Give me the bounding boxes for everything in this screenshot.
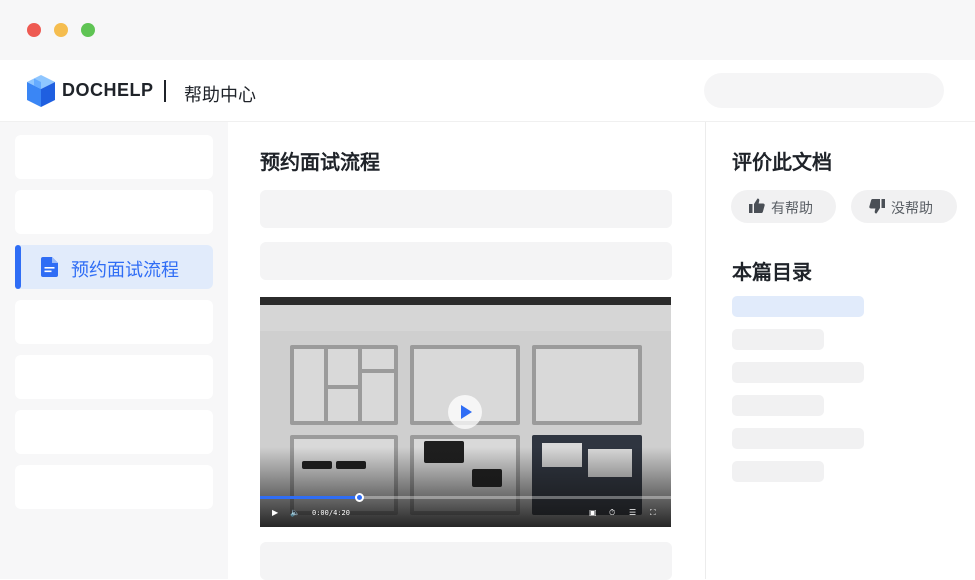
active-indicator-bar bbox=[15, 245, 21, 289]
toc-item[interactable] bbox=[732, 329, 824, 350]
search-input[interactable] bbox=[704, 73, 944, 108]
video-progress-handle[interactable] bbox=[354, 493, 364, 502]
toc-title: 本篇目录 bbox=[732, 260, 812, 284]
toc-item-active[interactable] bbox=[732, 296, 864, 317]
volume-icon[interactable]: 🔈 bbox=[290, 508, 300, 518]
play-icon bbox=[461, 405, 472, 419]
video-player[interactable]: ▶ 🔈 0:00/4:20 ▣ ⏱ ☰ ⛶ bbox=[260, 297, 671, 527]
sidebar-item[interactable] bbox=[15, 465, 213, 509]
help-center-title[interactable]: 帮助中心 bbox=[184, 81, 256, 107]
fullscreen-icon[interactable]: ⛶ bbox=[650, 508, 656, 518]
video-time-display: 0:00/4:20 bbox=[312, 509, 350, 517]
play-icon[interactable]: ▶ bbox=[272, 508, 278, 518]
toc-item[interactable] bbox=[732, 461, 824, 482]
content-placeholder bbox=[260, 190, 672, 228]
video-progress-fill bbox=[260, 496, 359, 499]
sidebar-item[interactable] bbox=[15, 410, 213, 454]
close-window-button[interactable] bbox=[27, 23, 41, 37]
helpful-button[interactable]: 有帮助 bbox=[731, 190, 836, 223]
video-frame-browser-bar bbox=[260, 297, 671, 305]
sidebar-item[interactable] bbox=[15, 300, 213, 344]
doc-content: 预约面试流程 ▶ 🔈 0:00/4:20 ▣ ⏱ ☰ ⛶ bbox=[228, 122, 705, 580]
logo-divider bbox=[164, 80, 166, 102]
not-helpful-button[interactable]: 没帮助 bbox=[851, 190, 957, 223]
sidebar-item[interactable] bbox=[15, 355, 213, 399]
video-play-overlay-button[interactable] bbox=[448, 395, 482, 429]
site-header: DOCHELP 帮助中心 bbox=[0, 60, 975, 122]
document-icon bbox=[41, 257, 58, 277]
thumbs-up-icon bbox=[749, 198, 765, 213]
sidebar-item[interactable] bbox=[15, 190, 213, 234]
sidebar-item[interactable] bbox=[15, 135, 213, 179]
maximize-window-button[interactable] bbox=[81, 23, 95, 37]
sidebar-item-label: 预约面试流程 bbox=[71, 260, 179, 281]
logo-text[interactable]: DOCHELP bbox=[62, 80, 154, 101]
speed-icon[interactable]: ⏱ bbox=[609, 508, 615, 518]
content-placeholder bbox=[260, 242, 672, 280]
dochelp-logo-icon bbox=[27, 75, 55, 107]
minimize-window-button[interactable] bbox=[54, 23, 68, 37]
rate-doc-title: 评价此文档 bbox=[732, 150, 832, 174]
video-frame-nav bbox=[260, 305, 671, 331]
doc-title: 预约面试流程 bbox=[260, 150, 380, 174]
content-placeholder bbox=[260, 542, 672, 580]
window-titlebar bbox=[0, 0, 975, 60]
video-frame-card bbox=[290, 345, 398, 425]
video-frame-card bbox=[532, 345, 642, 425]
toc-item[interactable] bbox=[732, 428, 864, 449]
sidebar-nav: 预约面试流程 bbox=[0, 122, 228, 579]
toc-item[interactable] bbox=[732, 362, 864, 383]
toc-item[interactable] bbox=[732, 395, 824, 416]
helpful-label: 有帮助 bbox=[771, 201, 813, 217]
video-progress-bar[interactable] bbox=[260, 493, 671, 502]
app-window: DOCHELP 帮助中心 预约面试流程 预约面试流程 ▶ 🔈 0:00/4:20… bbox=[0, 0, 975, 580]
thumbs-down-icon bbox=[869, 199, 885, 214]
caption-icon[interactable]: ▣ bbox=[589, 508, 597, 518]
not-helpful-label: 没帮助 bbox=[891, 201, 933, 217]
doc-side-panel: 评价此文档 有帮助 没帮助 本篇目录 bbox=[705, 122, 975, 579]
playlist-icon[interactable]: ☰ bbox=[629, 508, 636, 518]
